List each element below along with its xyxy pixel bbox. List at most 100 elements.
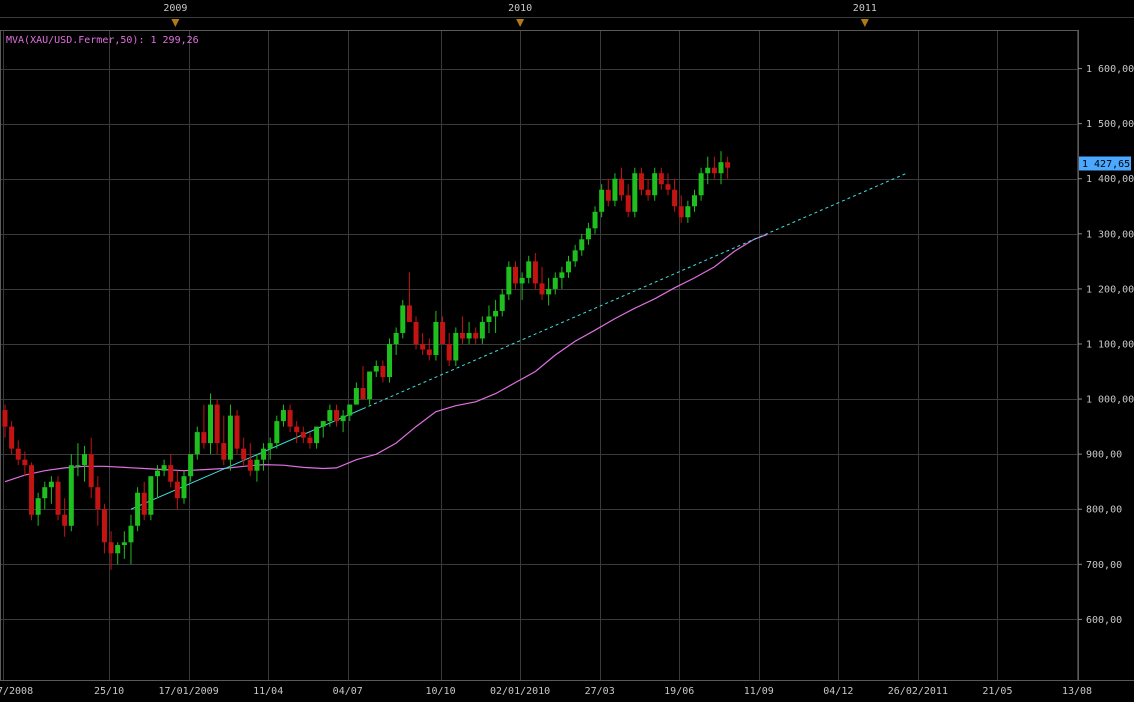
y-tick-label: 600,00 (1086, 615, 1122, 626)
candle-body (546, 288, 552, 295)
candle-body (413, 321, 419, 344)
y-tick-label: 1 400,00 (1086, 174, 1134, 185)
candle-body (194, 432, 200, 455)
candle-body (658, 173, 664, 185)
candle-body (88, 454, 94, 488)
candle (68, 454, 74, 532)
candle-body (579, 239, 585, 251)
candle-body (559, 272, 565, 278)
candle-body (625, 195, 631, 212)
candle-body (29, 465, 35, 515)
candle-body (82, 454, 88, 466)
candle (453, 327, 459, 367)
candle-body (420, 343, 426, 350)
y-tick-label: 800,00 (1086, 505, 1122, 516)
candle-body (479, 321, 485, 339)
candle-body (201, 432, 207, 444)
candle-body (247, 459, 253, 471)
candle-body (314, 426, 320, 444)
candle-body (678, 206, 684, 218)
candle-body (287, 410, 293, 427)
candle-body (446, 343, 452, 361)
candle-body (188, 454, 194, 477)
x-tick-label: 05/07/2008 (0, 686, 33, 697)
y-tick-label: 1 100,00 (1086, 339, 1134, 350)
candle-body (121, 542, 127, 546)
candle-body (440, 321, 446, 344)
candle-body (367, 371, 373, 400)
candle-body (619, 178, 625, 196)
candle (55, 476, 61, 521)
candle-body (95, 487, 101, 510)
candle-body (62, 514, 68, 526)
candle-body (486, 316, 492, 322)
candle-body (115, 545, 121, 554)
candle-body (274, 421, 280, 444)
candle-body (2, 410, 8, 427)
candle-body (347, 404, 353, 416)
candle (506, 261, 512, 300)
candle (29, 462, 35, 521)
candle-body (380, 366, 386, 378)
candle (234, 410, 240, 455)
candle-body (280, 410, 286, 422)
candle-body (433, 321, 439, 355)
chart-background (0, 0, 1134, 702)
candle-body (698, 173, 704, 196)
candle-body (612, 178, 618, 201)
candle-body (638, 173, 644, 190)
candle-body (539, 283, 545, 295)
candle-body (254, 459, 260, 471)
x-tick-label: 27/03 (585, 686, 615, 697)
year-label: 2011 (853, 3, 877, 14)
candle-body (473, 332, 479, 339)
candle-body (174, 481, 180, 499)
candle-body (400, 305, 406, 333)
candle-body (426, 349, 432, 355)
candle-body (453, 332, 459, 361)
candle-body (572, 250, 578, 262)
year-label: 2009 (163, 3, 187, 14)
candle-body (711, 167, 717, 174)
x-tick-label: 21/05 (982, 686, 1012, 697)
candle-body (227, 415, 233, 460)
candle-body (261, 448, 267, 460)
candle-body (208, 404, 214, 444)
candle-body (605, 189, 611, 201)
candle-body (55, 481, 61, 515)
candle-body (373, 366, 379, 372)
candle-body (234, 415, 240, 449)
x-tick-label: 11/09 (744, 686, 774, 697)
candle-body (526, 261, 532, 278)
x-tick-label: 10/10 (426, 686, 456, 697)
candle-body (294, 426, 300, 433)
candle-body (181, 476, 187, 499)
candle-body (652, 173, 658, 196)
candle-body (161, 465, 167, 471)
last-price-label: 1 427,65 (1082, 159, 1130, 170)
candle-body (552, 277, 558, 289)
x-tick-label: 11/04 (253, 686, 283, 697)
candle-body (466, 332, 472, 339)
candle-body (360, 388, 366, 400)
candle-body (499, 294, 505, 311)
candle-body (340, 415, 346, 422)
candle-body (632, 173, 638, 212)
y-tick-label: 1 600,00 (1086, 64, 1134, 75)
x-tick-label: 26/02/2011 (888, 686, 948, 697)
year-label: 2010 (508, 3, 532, 14)
candle-body (645, 189, 651, 196)
candle (400, 299, 406, 339)
candle-body (48, 481, 54, 488)
y-tick-label: 1 200,00 (1086, 284, 1134, 295)
candle-body (705, 167, 711, 174)
candle-body (42, 487, 48, 499)
candle-body (725, 162, 731, 168)
candle-body (267, 443, 273, 449)
candle-body (393, 332, 399, 344)
y-tick-label: 1 500,00 (1086, 119, 1134, 130)
candle-body (128, 525, 134, 543)
candle-body (691, 195, 697, 207)
candle-body (493, 310, 499, 317)
candle-body (459, 332, 465, 339)
